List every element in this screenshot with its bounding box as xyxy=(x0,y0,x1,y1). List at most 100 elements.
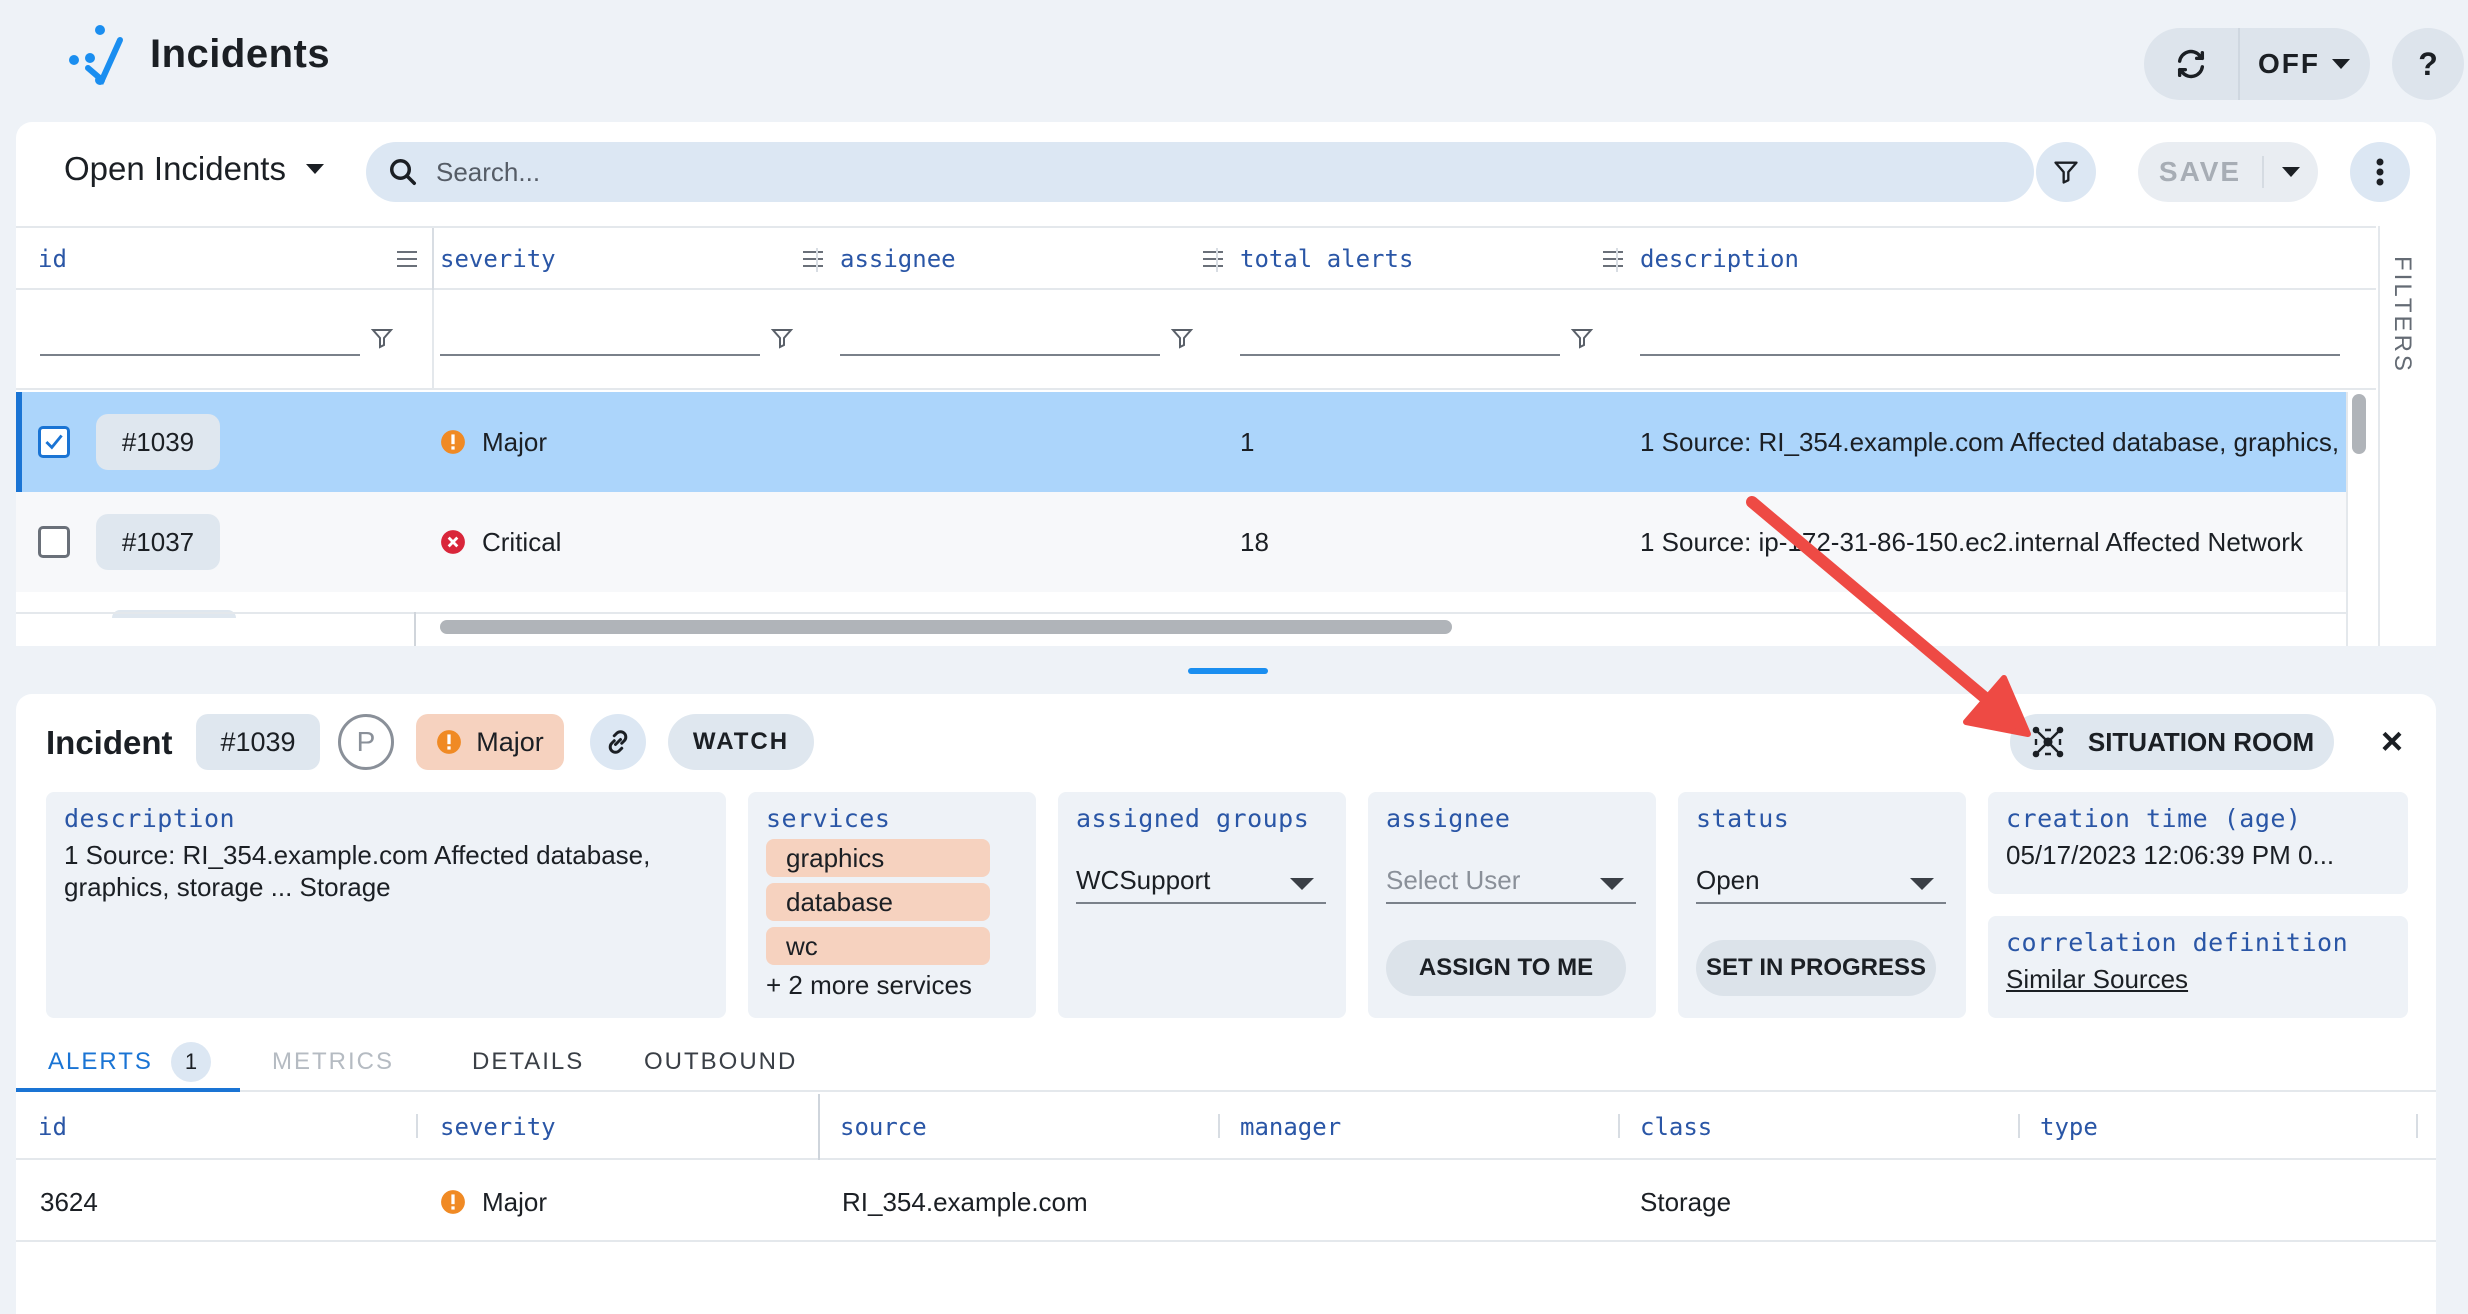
chevron-down-icon xyxy=(305,164,324,174)
alerts-column-id[interactable]: id xyxy=(38,1094,67,1160)
set-in-progress-button[interactable]: SET IN PROGRESS xyxy=(1696,940,1936,996)
save-options-button[interactable] xyxy=(2264,165,2318,179)
row-checkbox[interactable] xyxy=(38,526,70,558)
assignee-placeholder: Select User xyxy=(1386,864,1521,895)
id-filter-input[interactable] xyxy=(40,318,360,356)
panel-resize-handle[interactable] xyxy=(1188,668,1268,674)
severity-badge[interactable]: Major xyxy=(416,714,564,770)
severity-cell: Critical xyxy=(440,492,561,592)
service-chip[interactable]: database xyxy=(766,883,990,921)
assignee-select[interactable]: Select User xyxy=(1386,858,1636,904)
copy-link-button[interactable] xyxy=(590,714,646,770)
alert-class-cell: Storage xyxy=(1640,1186,1732,1217)
chevron-down-icon xyxy=(1910,878,1934,890)
situation-room-button[interactable]: SITUATION ROOM xyxy=(2010,714,2334,770)
alert-id-cell: 3624 xyxy=(40,1186,98,1217)
assigned-groups-select[interactable]: WCSupport xyxy=(1076,858,1326,904)
service-chip[interactable]: graphics xyxy=(766,839,990,877)
description-cell: 1 Source: RI_354.example.com Affected da… xyxy=(1640,426,2346,457)
services-card: services graphics database wc + 2 more s… xyxy=(748,792,1036,1018)
column-header-assignee[interactable]: assignee xyxy=(840,228,1240,290)
correlation-link[interactable]: Similar Sources xyxy=(2006,963,2390,995)
filter-icon[interactable] xyxy=(370,326,394,350)
column-header-label: severity xyxy=(440,245,556,273)
more-options-button[interactable] xyxy=(2350,142,2410,202)
filter-icon[interactable] xyxy=(770,326,794,350)
priority-badge[interactable]: P xyxy=(338,714,394,770)
filter-icon[interactable] xyxy=(1170,326,1194,350)
column-menu-icon[interactable] xyxy=(396,250,418,268)
filters-side-panel-toggle[interactable]: FILTERS xyxy=(2378,226,2436,646)
severity-label: Major xyxy=(482,426,548,457)
assignee-filter-input[interactable] xyxy=(840,318,1160,356)
incident-id-pill[interactable]: #1039 xyxy=(96,414,220,470)
column-header-label: description xyxy=(1640,245,1799,273)
refresh-button[interactable] xyxy=(2144,28,2240,100)
row-checkbox[interactable] xyxy=(38,426,70,458)
severity-cell: Major xyxy=(440,392,547,492)
situation-room-icon xyxy=(2032,726,2064,758)
severity-filter-input[interactable] xyxy=(440,318,760,356)
assigned-groups-value: WCSupport xyxy=(1076,864,1211,895)
help-button[interactable]: ? xyxy=(2392,28,2464,100)
description-cell: 1 Source: ip-172-31-86-150.ec2.internal … xyxy=(1640,526,2303,557)
table-row[interactable]: #1037 Critical 18 1 Source: ip-172-31-86… xyxy=(16,492,2346,592)
alerts-table-header: id severity source manager class type xyxy=(16,1094,2436,1160)
auto-refresh-label: OFF xyxy=(2258,48,2320,79)
filter-icon[interactable] xyxy=(1570,326,1594,350)
column-header-total-alerts[interactable]: total alerts xyxy=(1240,228,1640,290)
alerts-column-manager[interactable]: manager xyxy=(1240,1094,1341,1160)
description-filter-input[interactable] xyxy=(1640,318,2340,356)
alert-row[interactable]: 3624 Major RI_354.example.com Storage xyxy=(16,1162,2436,1242)
severity-badge-label: Major xyxy=(476,726,544,757)
close-icon: × xyxy=(2380,720,2404,763)
column-header-id[interactable]: id xyxy=(38,228,438,290)
tab-details[interactable]: DETAILS xyxy=(472,1032,584,1092)
column-header-label: id xyxy=(38,245,67,273)
total-alerts-cell: 18 xyxy=(1240,526,1269,557)
major-severity-icon xyxy=(437,730,462,754)
incident-title: Incident xyxy=(46,724,173,761)
view-selector[interactable]: Open Incidents xyxy=(64,150,326,188)
service-chip[interactable]: wc xyxy=(766,927,990,965)
incident-id-pill[interactable]: #1037 xyxy=(96,514,220,570)
correlation-label: correlation definition xyxy=(2006,928,2349,957)
more-services-link[interactable]: + 2 more services xyxy=(766,969,1018,1001)
situation-room-label: SITUATION ROOM xyxy=(2087,726,2315,757)
alerts-column-type[interactable]: type xyxy=(2040,1094,2098,1160)
total-alerts-filter-input[interactable] xyxy=(1240,318,1560,356)
search-input[interactable]: Search... xyxy=(366,142,2034,202)
assignee-card: assignee Select User ASSIGN TO ME xyxy=(1368,792,1656,1018)
tab-outbound[interactable]: OUTBOUND xyxy=(644,1032,797,1092)
column-header-label: assignee xyxy=(840,245,956,273)
column-menu-icon[interactable] xyxy=(1202,250,1224,268)
severity-label: Major xyxy=(482,1186,548,1217)
watch-button[interactable]: WATCH xyxy=(668,714,814,770)
status-select[interactable]: Open xyxy=(1696,858,1946,904)
horizontal-scrollbar[interactable] xyxy=(440,620,1452,634)
assign-to-me-button[interactable]: ASSIGN TO ME xyxy=(1386,940,1626,996)
alerts-column-severity[interactable]: severity xyxy=(440,1094,556,1160)
alerts-column-source[interactable]: source xyxy=(840,1094,927,1160)
severity-label: Critical xyxy=(482,526,562,557)
filter-button[interactable] xyxy=(2036,142,2096,202)
table-row[interactable]: #1039 Major 1 1 Source: RI_354.example.c… xyxy=(16,392,2346,492)
correlation-card: correlation definition Similar Sources xyxy=(1988,916,2408,1018)
column-menu-icon[interactable] xyxy=(802,250,824,268)
tab-metrics[interactable]: METRICS xyxy=(272,1032,394,1092)
auto-refresh-dropdown[interactable]: OFF xyxy=(2240,48,2370,80)
close-detail-button[interactable]: × xyxy=(2364,714,2420,770)
column-header-severity[interactable]: severity xyxy=(440,228,840,290)
alerts-column-class[interactable]: class xyxy=(1640,1094,1712,1160)
status-label: status xyxy=(1696,804,1790,833)
save-button[interactable]: SAVE xyxy=(2138,156,2264,188)
tab-alerts[interactable]: ALERTS 1 xyxy=(48,1032,211,1092)
active-tab-indicator xyxy=(16,1088,240,1092)
services-label: services xyxy=(766,804,891,833)
vertical-scrollbar[interactable] xyxy=(2352,394,2366,454)
major-severity-icon xyxy=(441,430,465,454)
filters-side-label: FILTERS xyxy=(2389,256,2416,374)
column-menu-icon[interactable] xyxy=(1602,250,1624,268)
column-header-description[interactable]: description xyxy=(1640,228,2340,290)
search-icon xyxy=(390,159,416,185)
